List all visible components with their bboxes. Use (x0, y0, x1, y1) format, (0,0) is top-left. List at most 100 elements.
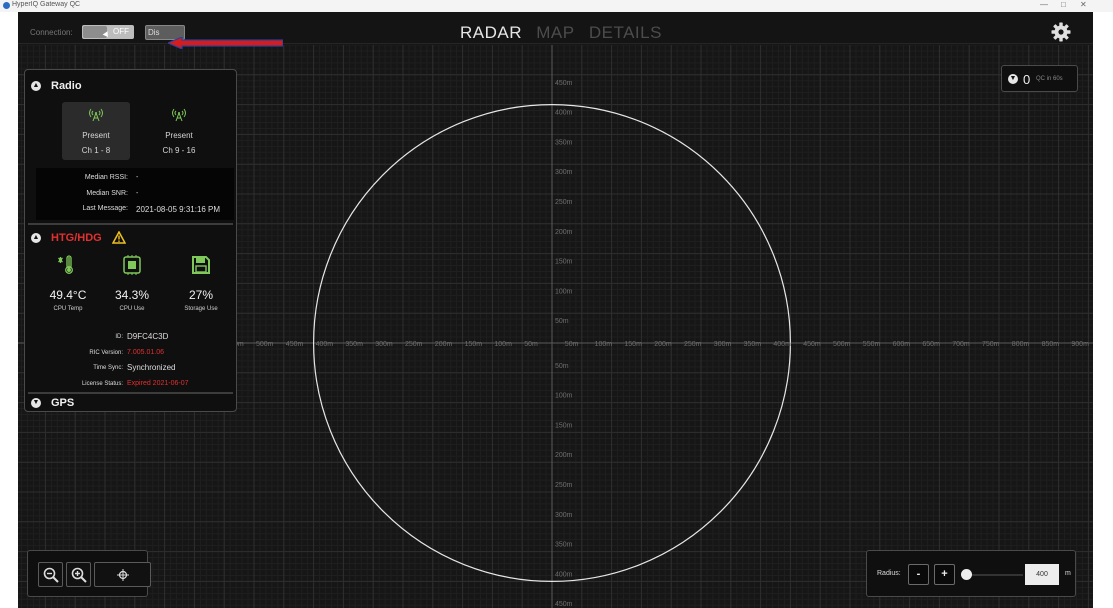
toggle-state: OFF (113, 27, 129, 36)
crosshair-icon (117, 569, 129, 581)
gear-icon[interactable] (1051, 22, 1071, 42)
median-snr-value: - (136, 190, 139, 197)
x-axis-tick-label: 350m (345, 341, 363, 348)
radius-controls: Radius: - + m (866, 550, 1076, 597)
htg-title: HTG/HDG (51, 231, 102, 244)
x-axis-tick-label: 500m (833, 341, 851, 348)
license-status-row: License Status: Expired 2021-06-07 (25, 379, 238, 391)
section-divider (28, 223, 233, 225)
y-axis-tick-label: 100m (555, 288, 573, 295)
last-message-label: Last Message: (82, 205, 128, 212)
x-axis-tick-label: 250m (405, 341, 423, 348)
connection-label: Connection: (30, 28, 73, 37)
last-message-row: Last Message: 2021-08-05 9:31:16 PM (36, 205, 234, 215)
cpu-use-metric: 34.3% CPU Use (102, 255, 162, 312)
qc-counter[interactable]: ▼ 0 QC in 60s (1001, 65, 1078, 92)
zoom-in-icon (71, 567, 87, 583)
median-rssi-value: - (136, 174, 139, 181)
radio-header[interactable]: ▲ Radio (31, 80, 82, 92)
collapse-chevron-icon[interactable]: ▲ (31, 81, 41, 91)
radius-decrease-button[interactable]: - (908, 564, 929, 585)
storage-use-label: Storage Use (184, 306, 218, 312)
qc-count-value: 0 (1023, 72, 1031, 87)
x-axis-tick-label: 450m (286, 341, 304, 348)
gps-header[interactable]: ▼ GPS (31, 397, 74, 409)
x-axis-tick-label: 100m (595, 341, 613, 348)
y-axis-tick-label: 200m (555, 452, 573, 459)
x-axis-tick-label: 900m (1071, 341, 1089, 348)
cpu-use-value: 34.3% (114, 288, 150, 302)
last-message-value: 2021-08-05 9:31:16 PM (136, 205, 221, 214)
radio-card-2[interactable]: Present Ch 9 - 16 (145, 102, 213, 160)
y-axis-tick-label: 450m (555, 80, 573, 87)
window-titlebar: HyperIQ Gateway QC — □ ✕ (0, 0, 1113, 12)
zoom-out-button[interactable] (38, 562, 63, 587)
x-axis-tick-label: 400m (773, 341, 791, 348)
device-id-label: ID: (115, 334, 123, 340)
minimize-icon[interactable]: — (1040, 0, 1048, 9)
status-panel: ▲ Radio Present Ch 1 - 8 Present Ch 9 - … (24, 69, 237, 412)
y-axis-tick-label: 250m (555, 199, 573, 206)
y-axis-tick-label: 100m (555, 393, 573, 400)
cpu-chip-icon (123, 255, 141, 275)
expand-chevron-icon[interactable]: ▼ (31, 398, 41, 408)
x-axis-tick-label: 200m (435, 341, 453, 348)
radius-unit: m (1065, 570, 1071, 577)
radio-card-1[interactable]: Present Ch 1 - 8 (62, 102, 130, 160)
close-icon[interactable]: ✕ (1080, 0, 1087, 9)
y-axis-tick-label: 300m (555, 512, 573, 519)
antenna-icon (172, 108, 186, 122)
y-axis-tick-label: 50m (555, 363, 569, 370)
cpu-temp-value: 49.4°C (49, 288, 87, 302)
x-axis-tick-label: 50m (524, 341, 538, 348)
app-icon (3, 2, 10, 9)
x-axis-tick-label: 750m (982, 341, 1000, 348)
y-axis-tick-label: 200m (555, 229, 573, 236)
device-id-value: D9FC4C3D (127, 332, 169, 341)
radio-channels: Ch 9 - 16 (162, 146, 196, 155)
y-axis-tick-label: 50m (555, 318, 569, 325)
storage-use-value: 27% (188, 288, 214, 302)
thermometer-icon (58, 255, 73, 274)
annotation-arrow-icon (168, 37, 283, 49)
time-sync-row: Time Sync: Synchronized (25, 363, 238, 375)
median-snr-row: Median SNR: - (36, 190, 234, 200)
qc-count-label: QC in 60s (1036, 76, 1063, 82)
htg-header[interactable]: ▲ HTG/HDG (31, 231, 126, 244)
tab-radar[interactable]: RADAR (460, 23, 522, 42)
y-axis-tick-label: 400m (555, 571, 573, 578)
expand-chevron-icon[interactable]: ▼ (1008, 74, 1018, 84)
radio-channels: Ch 1 - 8 (81, 146, 111, 155)
antenna-icon (89, 108, 103, 122)
x-axis-tick-label: 150m (624, 341, 642, 348)
device-id-row: ID: D9FC4C3D (25, 332, 238, 344)
y-axis-tick-label: 400m (555, 110, 573, 117)
radio-status: Present (82, 131, 110, 140)
y-axis-tick-label: 150m (555, 259, 573, 266)
radius-slider-track[interactable] (965, 574, 1023, 576)
tab-details[interactable]: DETAILS (589, 23, 662, 42)
maximize-icon[interactable]: □ (1061, 0, 1066, 9)
x-axis-tick-label: 350m (744, 341, 762, 348)
ric-version-value: 7.005.01.06 (127, 349, 164, 356)
recenter-button[interactable] (94, 562, 151, 587)
collapse-chevron-icon[interactable]: ▲ (31, 232, 41, 243)
storage-use-metric: 27% Storage Use (171, 255, 231, 312)
tab-map[interactable]: MAP (536, 23, 574, 42)
zoom-in-button[interactable] (66, 562, 91, 587)
view-tabs: RADAR MAP DETAILS (460, 23, 671, 43)
y-axis-tick-label: 250m (555, 482, 573, 489)
license-status-value: Expired 2021-06-07 (127, 380, 189, 387)
radius-input[interactable] (1025, 564, 1059, 585)
radius-increase-button[interactable]: + (934, 564, 955, 585)
radius-label: Radius: (877, 570, 901, 577)
radius-slider-handle[interactable] (961, 569, 972, 580)
x-axis-tick-label: 200m (654, 341, 672, 348)
median-rssi-label: Median RSSI: (84, 174, 128, 181)
top-bar: Connection: OFF Dis RADAR MAP DETAILS (18, 12, 1093, 49)
x-axis-tick-label: 500m (256, 341, 274, 348)
y-axis-tick-label: 350m (555, 542, 573, 549)
x-axis-tick-label: 300m (714, 341, 732, 348)
zoom-controls (27, 550, 151, 597)
y-axis-tick-label: 450m (555, 601, 573, 608)
